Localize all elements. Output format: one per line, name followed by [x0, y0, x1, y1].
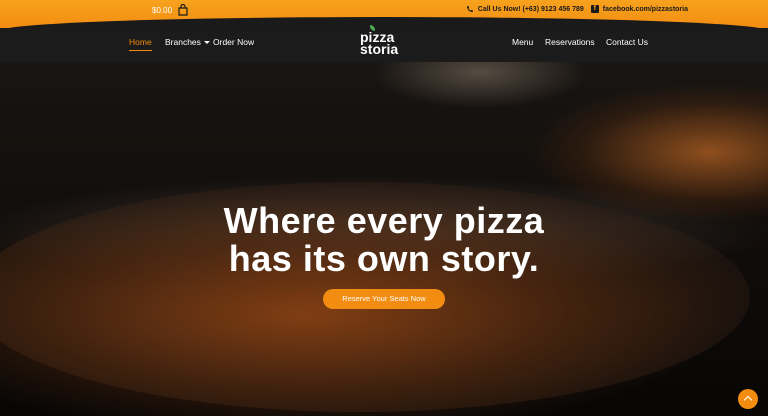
cart-amount[interactable]: $0.00 — [152, 6, 172, 15]
nav-item-home[interactable]: Home — [129, 37, 152, 51]
nav-item-branches[interactable]: Branches — [165, 37, 210, 47]
phone-icon — [466, 6, 473, 12]
reserve-seats-button[interactable]: Reserve Your Seats Now — [323, 289, 445, 309]
cart[interactable]: $0.00 — [152, 4, 188, 16]
logo-line-storia: storia — [360, 41, 399, 57]
contact-info: Call Us Now! (+63) 9123 456 789 f facebo… — [466, 5, 688, 13]
site-logo[interactable]: pizza storia — [358, 25, 410, 60]
hero-headline-line-1: Where every pizza — [223, 200, 545, 241]
facebook-icon: f — [590, 5, 599, 13]
chevron-down-icon — [203, 41, 210, 45]
facebook-link[interactable]: f facebook.com/pizzastoria — [590, 5, 688, 13]
nav-item-branches-label[interactable]: Branches — [165, 37, 201, 47]
facebook-text[interactable]: facebook.com/pizzastoria — [603, 6, 688, 13]
shopping-bag-icon[interactable] — [178, 4, 188, 16]
nav-item-menu[interactable]: Menu — [512, 37, 533, 47]
nav-item-reservations[interactable]: Reservations — [545, 37, 595, 47]
top-bar: $0.00 Call Us Now! (+63) 9123 456 789 f … — [0, 0, 768, 31]
phone-text[interactable]: Call Us Now! (+63) 9123 456 789 — [478, 6, 584, 13]
hero-headline-line-2: has its own story. — [228, 238, 540, 279]
nav-item-order-now[interactable]: Order Now — [213, 37, 254, 47]
nav-item-contact-us[interactable]: Contact Us — [606, 37, 648, 47]
scroll-to-top-button[interactable] — [738, 389, 758, 409]
hero-section: Where every pizza has its own story. Res… — [0, 62, 768, 416]
hero-headline: Where every pizza has its own story. — [0, 202, 768, 278]
phone-contact[interactable]: Call Us Now! (+63) 9123 456 789 — [466, 5, 584, 13]
